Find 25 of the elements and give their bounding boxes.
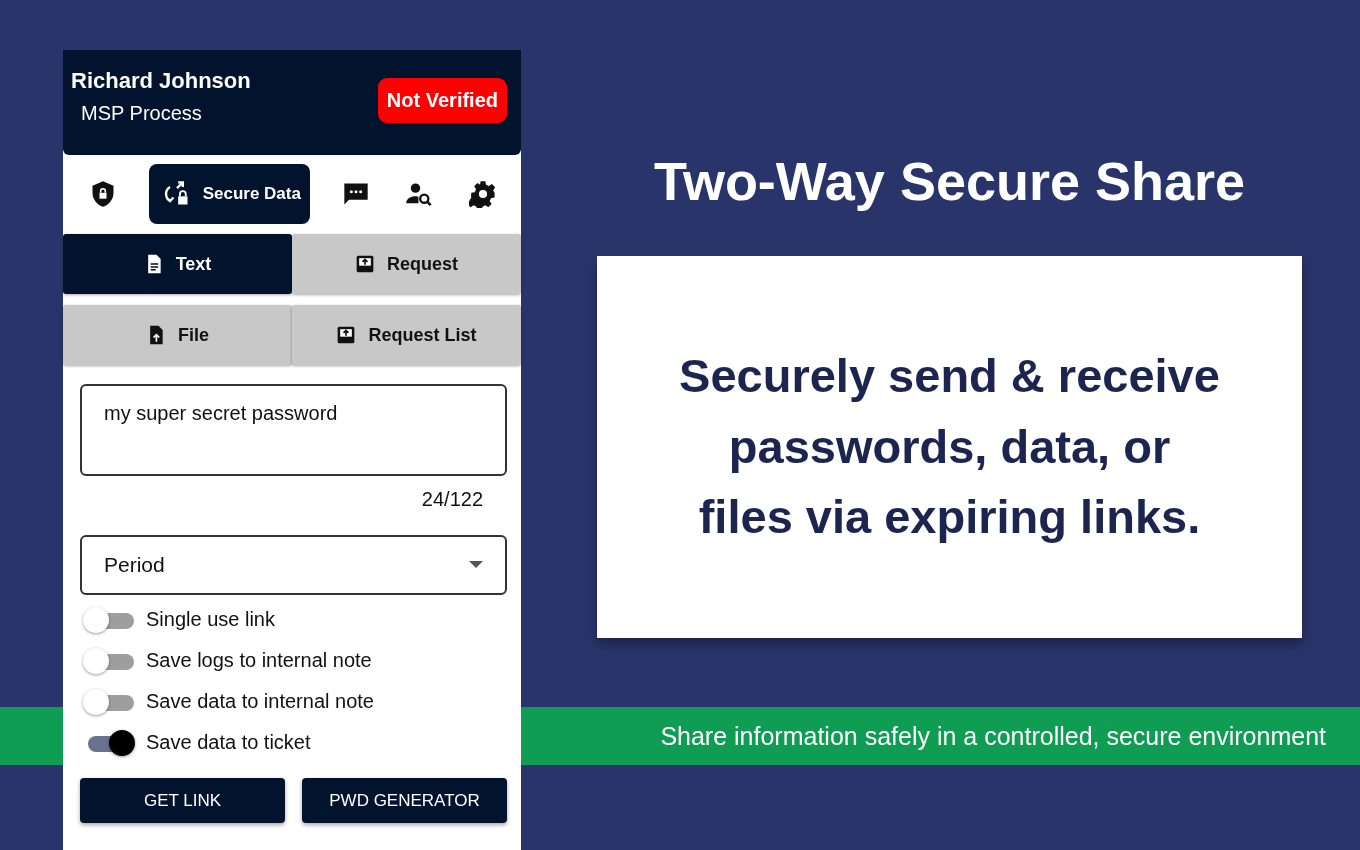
user-subtitle: MSP Process: [81, 102, 203, 125]
sync-lock-icon: [162, 180, 191, 208]
banner-text: Share information safely in a controlled, secure environment: [660, 721, 1326, 751]
period-dropdown[interactable]: Period: [80, 535, 507, 595]
character-counter: 24/122: [421, 488, 483, 512]
status-badge: Not Verified: [377, 78, 507, 123]
toggle-label: Save data to ticket: [146, 731, 311, 754]
mode-tab[interactable]: Request List: [292, 305, 521, 365]
inbox-upload-icon: [336, 324, 357, 346]
mode-tab[interactable]: Request: [292, 234, 521, 294]
action-button[interactable]: PWD GENERATOR: [302, 778, 507, 823]
nav-tab[interactable]: Secure Data: [148, 164, 310, 224]
inbox-upload-icon: [355, 253, 375, 275]
toggle-label: Single use link: [146, 608, 275, 631]
settings-icon: [468, 180, 497, 208]
toggle-label: Save data to internal note: [146, 690, 374, 713]
mode-tab[interactable]: File: [63, 305, 292, 365]
toggle-label: Save logs to internal note: [146, 649, 372, 672]
headline: Two-Way Secure Share: [653, 150, 1246, 212]
mode-tab[interactable]: Text: [63, 234, 292, 294]
card-text: Securely send & receive passwords, data, or files via expiring links.: [679, 348, 1220, 546]
caret-icon: [469, 561, 483, 569]
action-button[interactable]: GET LINK: [80, 778, 285, 823]
user-name: Richard Johnson: [71, 68, 251, 94]
message-field[interactable]: my super secret password: [80, 384, 507, 476]
